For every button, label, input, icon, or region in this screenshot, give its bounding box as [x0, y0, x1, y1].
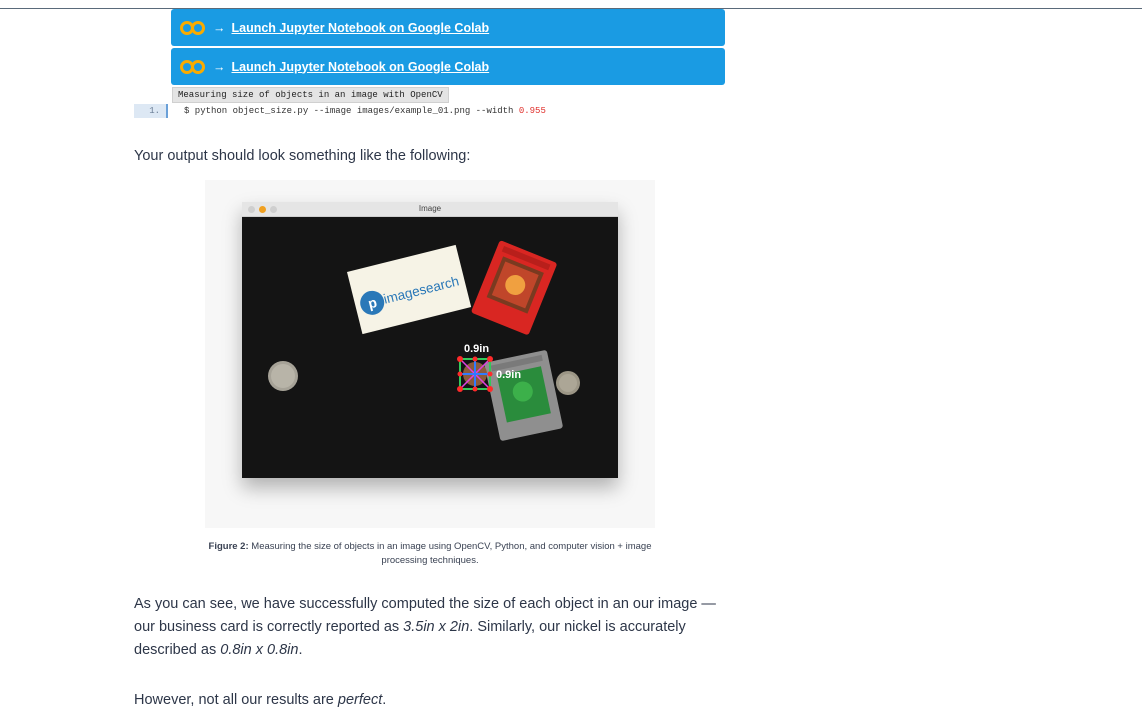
final-emphasis: perfect [337, 692, 383, 708]
result-text-3: . [298, 642, 303, 658]
colab-button-label: Launch Jupyter Notebook on Google Colab [231, 59, 490, 74]
figure-caption: Figure 2: Measuring the size of objects … [205, 540, 655, 568]
line-number: 1. [134, 104, 168, 118]
card-size-text: 3.5in x 2in [403, 619, 470, 635]
arrow-icon: → [213, 20, 226, 35]
code-text: $ python object_size.py --image images/e… [184, 104, 546, 118]
nickel-size-text: 0.8in x 0.8in [220, 642, 299, 658]
photo-scene: p imagesearch 0.9in 0.9in [242, 217, 618, 478]
measure-width-label: 0.9in [464, 343, 489, 355]
colab-logo-icon [179, 20, 207, 36]
colab-button-label: Launch Jupyter Notebook on Google Colab [231, 20, 490, 35]
final-text-1: However, not all our results are [134, 692, 338, 708]
image-window: Image p imagesearch 0.9in 0.9in [242, 202, 618, 478]
launch-colab-button[interactable]: → Launch Jupyter Notebook on Google Cola… [171, 9, 725, 46]
code-command: $ python object_size.py --image images/e… [184, 106, 519, 116]
caption-label: Figure 2: [208, 541, 249, 552]
code-line[interactable]: 1. $ python object_size.py --image image… [134, 104, 726, 118]
arrow-icon: → [213, 59, 226, 74]
caption-text: Measuring the size of objects in an imag… [248, 541, 652, 566]
launch-colab-button[interactable]: → Launch Jupyter Notebook on Google Cola… [171, 48, 725, 85]
final-paragraph: However, not all our results are perfect… [134, 692, 386, 708]
result-paragraph: As you can see, we have successfully com… [134, 593, 734, 662]
window-title: Image [418, 204, 442, 213]
window-titlebar: Image [242, 202, 618, 217]
final-text-2: . [382, 692, 387, 708]
measurement-box [457, 356, 493, 392]
figure-image: Image p imagesearch 0.9in 0.9in [205, 180, 655, 528]
colab-logo-icon [179, 59, 207, 75]
intro-paragraph: Your output should look something like t… [134, 148, 471, 164]
measure-height-label: 0.9in [496, 369, 521, 381]
code-width-value: 0.955 [518, 106, 546, 116]
code-block-title: Measuring size of objects in an image wi… [172, 87, 449, 103]
